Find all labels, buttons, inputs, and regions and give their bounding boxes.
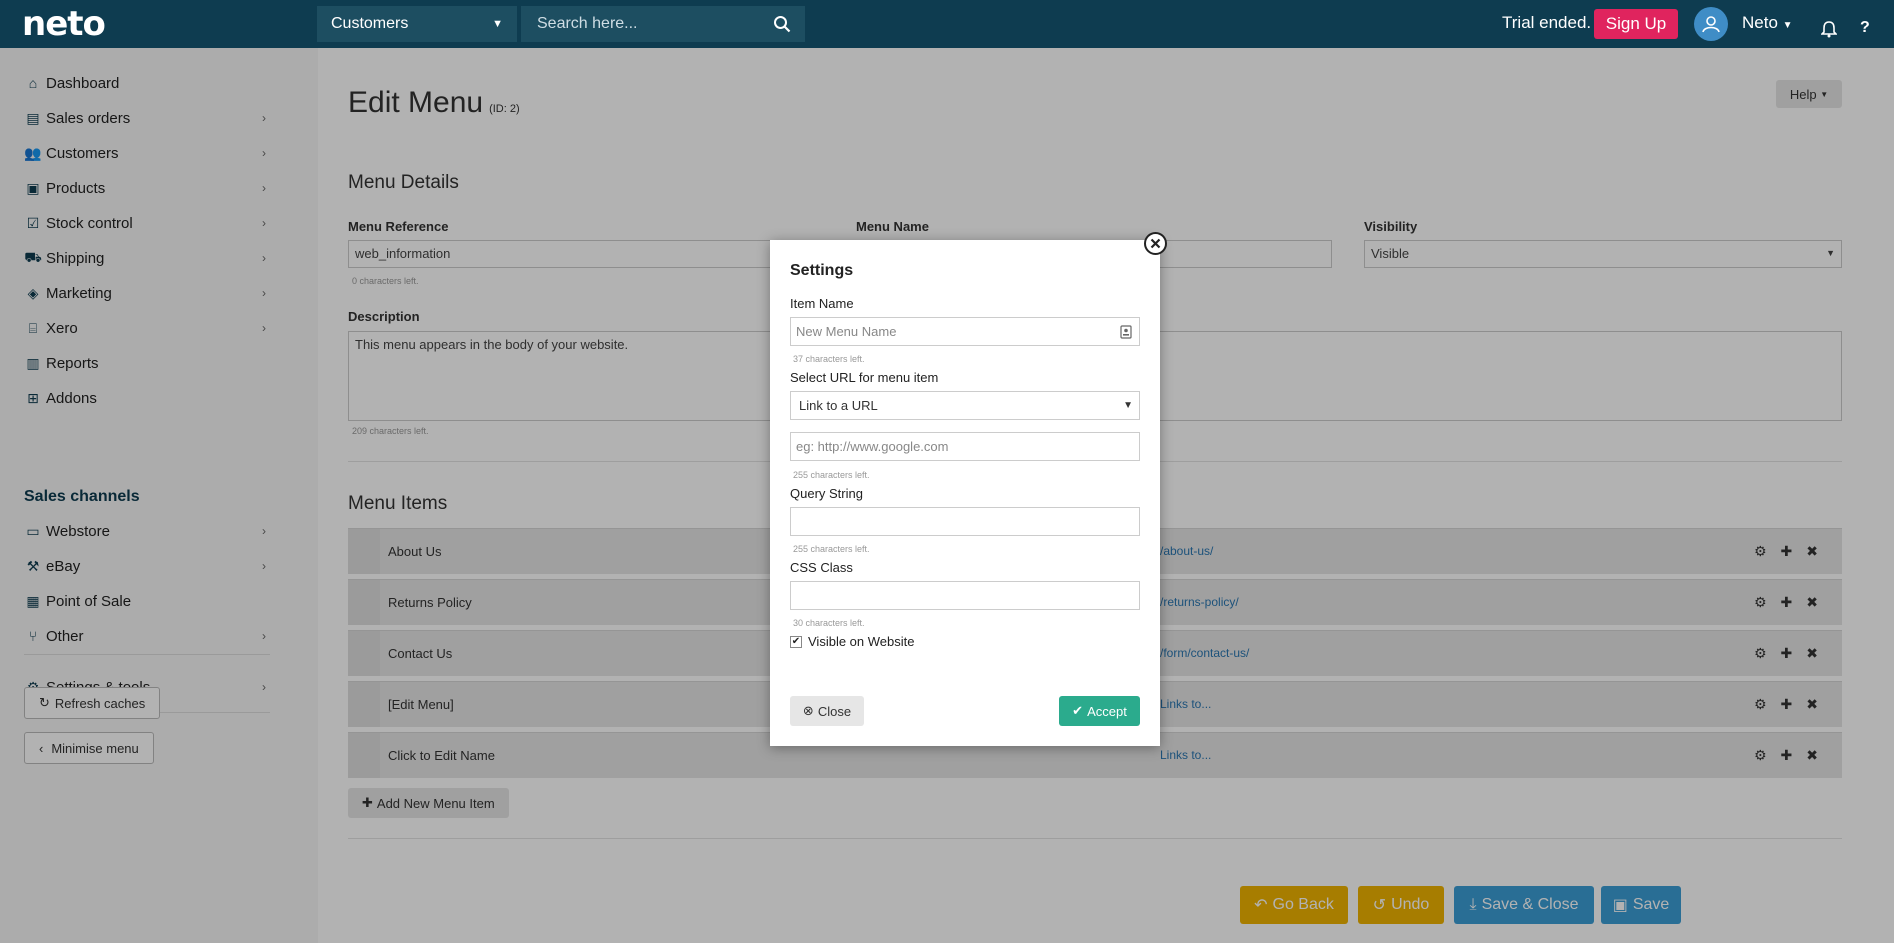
item-name-label: Item Name <box>790 296 854 311</box>
help-icon[interactable]: ? <box>1860 19 1870 37</box>
check-circle-icon: ✔ <box>1072 703 1084 718</box>
css-class-input[interactable] <box>790 581 1140 610</box>
bell-icon[interactable] <box>1821 20 1837 38</box>
url-type-select[interactable]: Link to a URL ▼ <box>790 391 1140 420</box>
accept-label: Accept <box>1087 703 1127 719</box>
url-hint: 255 characters left. <box>793 470 870 480</box>
item-name-input[interactable] <box>790 317 1140 346</box>
channel-select[interactable]: Customers ▼ <box>317 6 517 42</box>
search-box <box>521 6 805 42</box>
url-label: Select URL for menu item <box>790 370 939 385</box>
modal-close-label: Close <box>817 703 852 719</box>
caret-down-icon: ▼ <box>492 18 503 30</box>
checkmark-icon[interactable]: ✔ <box>790 635 802 648</box>
query-string-hint: 255 characters left. <box>793 544 870 554</box>
neto-logo[interactable]: neto <box>22 4 106 44</box>
query-string-input[interactable] <box>790 507 1140 536</box>
times-circle-icon: ⊗ <box>802 703 814 718</box>
css-class-label: CSS Class <box>790 560 853 575</box>
user-name: Neto <box>1742 13 1778 32</box>
channel-select-value: Customers <box>331 15 409 32</box>
close-icon[interactable] <box>1144 232 1167 255</box>
visible-on-website-checkbox[interactable]: ✔ Visible on Website <box>790 634 914 649</box>
user-avatar-icon[interactable] <box>1694 7 1728 41</box>
visible-on-website-label: Visible on Website <box>808 634 915 649</box>
user-menu[interactable]: Neto ▼ <box>1742 13 1793 33</box>
settings-modal: Settings Item Name 37 characters left. S… <box>770 240 1160 746</box>
top-navbar: neto Customers ▼ Trial ended. Sign Up Ne… <box>0 0 1894 48</box>
contact-card-icon <box>1120 325 1132 339</box>
search-icon[interactable] <box>773 15 791 33</box>
accept-button[interactable]: ✔ Accept <box>1059 696 1140 726</box>
query-string-label: Query String <box>790 486 863 501</box>
modal-close-button[interactable]: ⊗ Close <box>790 696 864 726</box>
caret-down-icon: ▼ <box>1782 20 1793 31</box>
sign-up-button[interactable]: Sign Up <box>1594 9 1678 39</box>
css-class-hint: 30 characters left. <box>793 618 865 628</box>
trial-status-text: Trial ended. <box>1502 13 1592 32</box>
url-input[interactable] <box>790 432 1140 461</box>
modal-title: Settings <box>790 262 854 279</box>
url-type-value: Link to a URL <box>799 398 878 413</box>
caret-down-icon: ▼ <box>1123 400 1133 411</box>
item-name-hint: 37 characters left. <box>793 354 865 364</box>
search-input[interactable] <box>537 15 757 33</box>
